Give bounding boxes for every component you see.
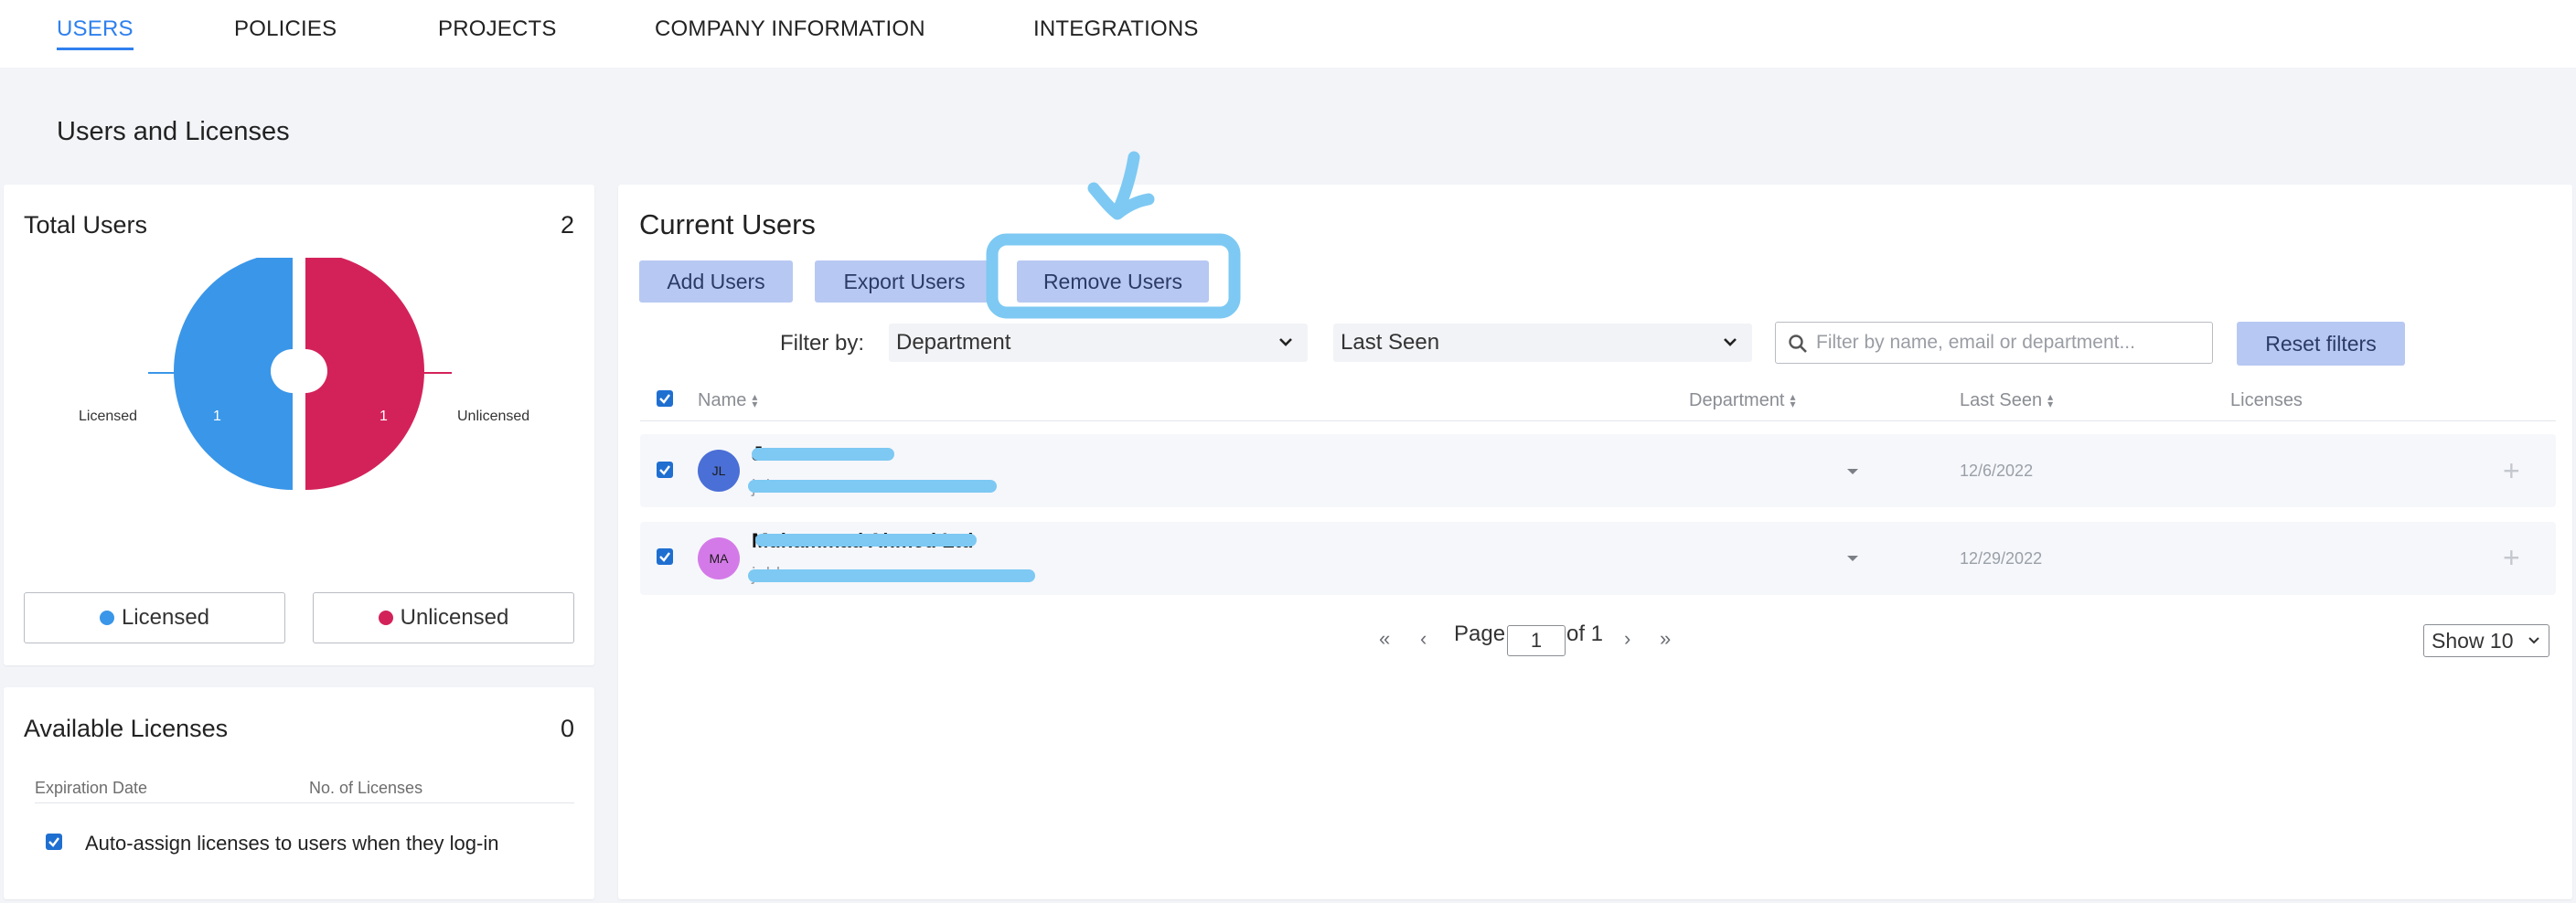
search-icon bbox=[1789, 335, 1807, 353]
first-page-icon[interactable]: « bbox=[1379, 627, 1390, 651]
chevron-down-icon bbox=[1724, 338, 1737, 346]
department-select[interactable]: Department bbox=[889, 324, 1308, 362]
department-dropdown-caret-icon[interactable] bbox=[1847, 469, 1858, 474]
licenses-divider bbox=[35, 802, 574, 803]
tab-policies[interactable]: POLICIES bbox=[234, 16, 337, 42]
last-seen-select[interactable]: Last Seen bbox=[1333, 324, 1752, 362]
donut-chart bbox=[148, 258, 452, 490]
auto-assign-label: Auto-assign licenses to users when they … bbox=[85, 832, 499, 855]
chevron-down-icon bbox=[1279, 338, 1292, 346]
column-name-label: Name bbox=[698, 390, 747, 410]
sort-icon: ▴ ▾ bbox=[2047, 389, 2054, 410]
licensed-slice bbox=[174, 258, 293, 490]
column-header-last-seen[interactable]: Last Seen ▴ ▾ bbox=[1960, 390, 2053, 411]
total-users-card: Total Users 2 Licensed Unlicensed 1 1 Li… bbox=[4, 185, 594, 665]
last-page-icon[interactable]: » bbox=[1660, 627, 1671, 651]
add-license-plus-icon[interactable]: + bbox=[2503, 456, 2520, 485]
legend-licensed-label: Licensed bbox=[121, 605, 210, 630]
available-licenses-card: Available Licenses 0 Expiration Date No.… bbox=[4, 687, 594, 899]
current-users-title: Current Users bbox=[639, 208, 816, 240]
column-header-licenses: Licenses bbox=[2230, 390, 2303, 411]
search-box[interactable] bbox=[1775, 322, 2213, 364]
last-seen-date: 12/6/2022 bbox=[1960, 462, 2034, 480]
column-department-label: Department bbox=[1689, 390, 1785, 410]
page-size-select[interactable]: Show 10 bbox=[2423, 624, 2549, 657]
tab-company-information[interactable]: COMPANY INFORMATION bbox=[655, 16, 925, 42]
donut-licensed-label: Licensed bbox=[79, 409, 138, 424]
column-last-seen-label: Last Seen bbox=[1960, 390, 2043, 410]
column-header-name[interactable]: Name ▴ ▾ bbox=[698, 390, 757, 411]
department-dropdown-caret-icon[interactable] bbox=[1847, 556, 1858, 561]
reset-filters-button[interactable]: Reset filters bbox=[2237, 322, 2405, 366]
chevron-down-icon bbox=[2528, 637, 2539, 644]
tab-integrations[interactable]: INTEGRATIONS bbox=[1033, 16, 1199, 42]
last-seen-date: 12/29/2022 bbox=[1960, 549, 2043, 568]
table-header-divider bbox=[640, 420, 2556, 421]
donut-licensed-value: 1 bbox=[213, 409, 221, 424]
page-size-value: Show 10 bbox=[2432, 628, 2514, 653]
next-page-icon[interactable]: › bbox=[1624, 627, 1630, 651]
redaction-mark bbox=[752, 448, 894, 461]
page-number-input[interactable] bbox=[1507, 625, 1566, 656]
check-icon bbox=[659, 394, 670, 404]
donut-unlicensed-label: Unlicensed bbox=[457, 409, 530, 424]
unlicensed-slice bbox=[305, 258, 424, 490]
avatar: MA bbox=[698, 537, 740, 579]
unlicensed-dot-icon bbox=[378, 611, 393, 625]
column-licenses-label: Licenses bbox=[2230, 390, 2303, 410]
check-icon bbox=[659, 552, 670, 562]
top-nav: USERS POLICIES PROJECTS COMPANY INFORMAT… bbox=[0, 0, 2576, 68]
donut-unlicensed-value: 1 bbox=[379, 409, 388, 424]
sort-icon: ▴ ▾ bbox=[752, 389, 758, 410]
legend-licensed-button[interactable]: Licensed bbox=[24, 592, 285, 643]
redaction-mark bbox=[748, 480, 997, 493]
table-row[interactable] bbox=[640, 434, 2556, 507]
page-of-label: of 1 bbox=[1566, 621, 1604, 646]
available-licenses-title: Available Licenses bbox=[24, 715, 229, 742]
row-checkbox[interactable] bbox=[657, 462, 673, 478]
add-users-button[interactable]: Add Users bbox=[639, 260, 793, 303]
column-header-department[interactable]: Department ▴ ▾ bbox=[1689, 390, 1796, 411]
total-users-count: 2 bbox=[560, 211, 574, 239]
licensed-dot-icon bbox=[99, 611, 114, 625]
check-icon bbox=[48, 837, 59, 847]
available-licenses-count: 0 bbox=[560, 715, 574, 742]
col-expiration-date: Expiration Date bbox=[35, 779, 148, 797]
tab-projects[interactable]: PROJECTS bbox=[438, 16, 557, 42]
redaction-mark bbox=[748, 569, 1035, 582]
department-select-value: Department bbox=[896, 330, 1011, 355]
avatar: JL bbox=[698, 450, 740, 492]
check-icon bbox=[659, 465, 670, 475]
total-users-title: Total Users bbox=[24, 211, 148, 239]
tab-users[interactable]: USERS bbox=[57, 16, 134, 50]
search-input[interactable] bbox=[1816, 332, 2200, 354]
select-all-checkbox[interactable] bbox=[657, 390, 673, 407]
add-license-plus-icon[interactable]: + bbox=[2503, 543, 2520, 572]
redaction-mark bbox=[755, 534, 977, 547]
auto-assign-checkbox[interactable] bbox=[46, 834, 62, 850]
remove-users-button[interactable]: Remove Users bbox=[1017, 260, 1209, 303]
page-title: Users and Licenses bbox=[57, 117, 290, 146]
sort-icon: ▴ ▾ bbox=[1790, 389, 1796, 410]
page-label: Page bbox=[1454, 621, 1506, 646]
previous-page-icon[interactable]: ‹ bbox=[1420, 627, 1427, 651]
row-checkbox[interactable] bbox=[657, 548, 673, 565]
filter-by-label: Filter by: bbox=[780, 331, 865, 356]
last-seen-select-value: Last Seen bbox=[1341, 330, 1440, 355]
col-no-of-licenses: No. of Licenses bbox=[309, 779, 423, 797]
legend-unlicensed-button[interactable]: Unlicensed bbox=[313, 592, 574, 643]
legend-unlicensed-label: Unlicensed bbox=[400, 605, 509, 630]
export-users-button[interactable]: Export Users bbox=[815, 260, 994, 303]
